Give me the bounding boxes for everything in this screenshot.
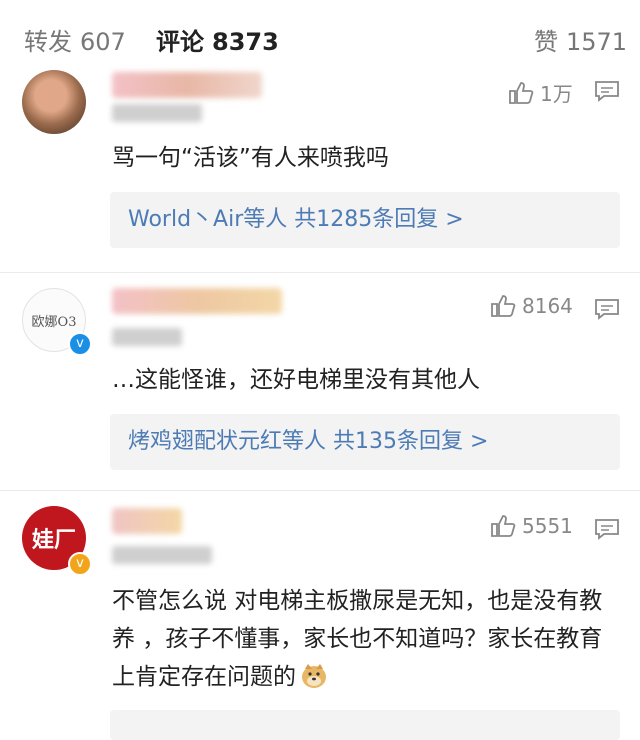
tab-reposts-count: 607 [80, 28, 126, 56]
tab-reposts-label: 转发 [24, 28, 72, 56]
tab-likes-count: 1571 [566, 28, 628, 56]
like-button[interactable]: 5551 [490, 514, 573, 538]
thumbs-up-icon [509, 81, 534, 104]
comment-time [112, 546, 212, 564]
comment-text-body: 不管怎么说 对电梯主板撒尿是无知，也是没有教养 ，孩子不懂事，家长也不知道吗？家… [112, 588, 603, 690]
avatar-logo-text: 欧娜O3 [31, 314, 77, 330]
avatar[interactable] [22, 70, 86, 134]
comment-bubble-icon[interactable] [594, 518, 620, 540]
replies-link[interactable]: World丶Air等人 共1285条回复 > [110, 192, 620, 248]
comment-item: 1万 骂一句“活该”有人来喷我吗 World丶Air等人 共1285条回复 > [0, 70, 640, 276]
comment-item: 娃厂 v 5551 不管怎么说 对电梯主板撒尿是无知，也是没有教养 ，孩子不懂事… [0, 502, 640, 740]
thumbs-up-icon [491, 515, 516, 537]
comment-time [112, 328, 182, 346]
comment-time [112, 104, 202, 122]
thumbs-up-icon [491, 295, 516, 317]
like-count: 5551 [522, 514, 573, 538]
username[interactable] [112, 288, 282, 314]
replies-link[interactable]: 烤鸡翅配状元红等人 共135条回复 > [110, 414, 620, 470]
verified-v-icon: v [68, 332, 92, 356]
comment-tabs: 转发 607 评论 8373 赞 1571 [0, 0, 640, 77]
like-count: 1万 [540, 82, 573, 106]
verified-v-icon: v [68, 552, 92, 576]
doge-emoji-icon [302, 664, 326, 688]
replies-link-partial[interactable] [110, 710, 620, 740]
tab-comments-count: 8373 [212, 28, 279, 56]
username[interactable] [112, 508, 182, 534]
like-button[interactable]: 1万 [508, 78, 573, 107]
tab-comments[interactable]: 评论 8373 [156, 22, 279, 57]
tab-comments-label: 评论 [156, 28, 204, 56]
like-count: 8164 [522, 294, 573, 318]
tab-likes-label: 赞 [534, 28, 558, 56]
comment-text: …这能怪谁，还好电梯里没有其他人 [112, 367, 480, 393]
tab-reposts[interactable]: 转发 607 [24, 22, 126, 57]
divider [0, 490, 640, 491]
comment-item: 欧娜O3 v 8164 …这能怪谁，还好电梯里没有其他人 烤鸡翅配状元红等人 共… [0, 284, 640, 484]
divider [0, 272, 640, 273]
comment-text: 骂一句“活该”有人来喷我吗 [112, 145, 389, 171]
like-button[interactable]: 8164 [490, 294, 573, 318]
comment-bubble-icon[interactable] [594, 298, 620, 320]
avatar-logo-text: 娃厂 [31, 528, 76, 553]
comment-text: 不管怎么说 对电梯主板撒尿是无知，也是没有教养 ，孩子不懂事，家长也不知道吗？家… [112, 582, 612, 696]
tab-likes[interactable]: 赞 1571 [534, 22, 627, 57]
comment-bubble-icon[interactable] [594, 80, 620, 102]
username[interactable] [112, 72, 262, 98]
